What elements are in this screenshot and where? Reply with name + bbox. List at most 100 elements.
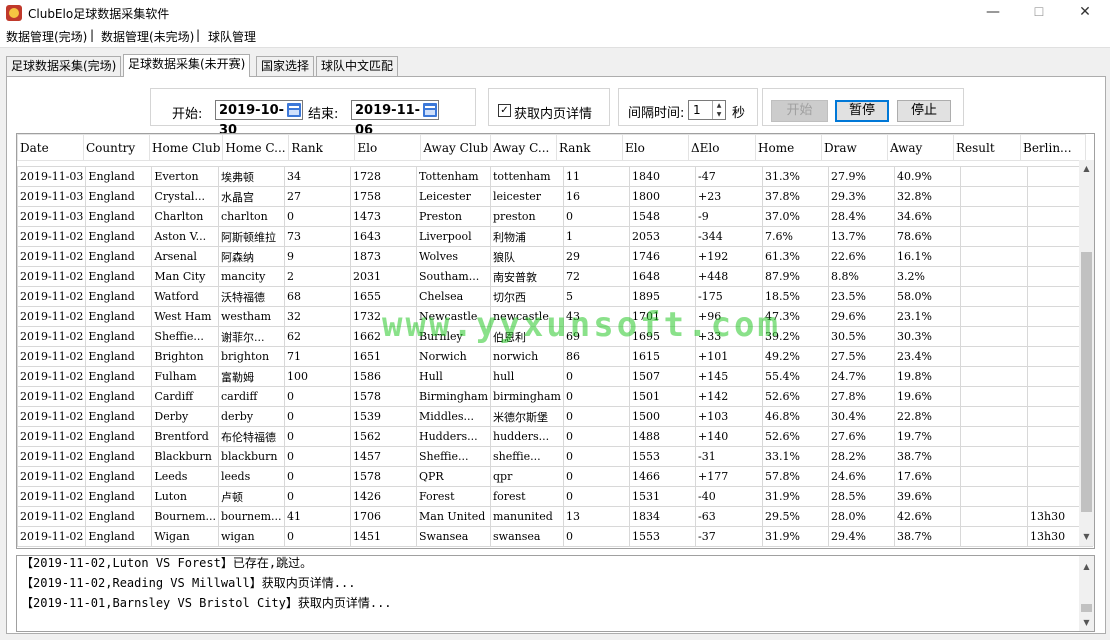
column-header[interactable]: Berlin...: [1020, 134, 1086, 161]
table-cell: Man City: [151, 266, 219, 287]
minimize-button[interactable]: —: [970, 0, 1016, 25]
menu-data-finished[interactable]: 数据管理(完场): [6, 28, 87, 45]
table-row[interactable]: 2019-11-02 England Watford 沃特福德 68 1655 Chelse…: [17, 286, 1093, 307]
column-header[interactable]: Away C...: [490, 134, 557, 161]
table-cell: 1746: [628, 246, 696, 267]
table-cell: 2019-11-02: [17, 366, 87, 387]
scroll-down-icon[interactable]: ▼: [1079, 618, 1094, 627]
table-row[interactable]: 2019-11-02 England Blackburn blackburn 0 1457…: [17, 446, 1093, 467]
detail-checkbox[interactable]: ✓: [498, 104, 511, 117]
close-button[interactable]: ✕: [1062, 0, 1108, 25]
table-cell: 28.2%: [827, 446, 895, 467]
table-cell: 17.6%: [893, 466, 961, 487]
table-cell: England: [85, 186, 153, 207]
table-cell: 1800: [628, 186, 696, 207]
scroll-thumb[interactable]: [1081, 252, 1092, 512]
table-row[interactable]: 2019-11-02 England Wigan wigan 0 1451 Swansea s…: [17, 526, 1093, 547]
table-cell: Hull: [415, 366, 492, 387]
table-cell: 30.4%: [827, 406, 895, 427]
column-header[interactable]: Draw: [821, 134, 888, 161]
table-cell: 2019-11-03: [17, 186, 87, 207]
maximize-button[interactable]: ☐: [1016, 0, 1062, 25]
table-cell: 19.7%: [893, 426, 961, 447]
stepper-arrows-icon[interactable]: ▲ ▼: [712, 101, 725, 119]
table-cell: [959, 386, 1028, 407]
table-cell: +142: [694, 386, 763, 407]
tab-team-cn-match[interactable]: 球队中文匹配: [316, 56, 399, 76]
interval-unit: 秒: [732, 106, 746, 121]
table-row[interactable]: 2019-11-02 England Derby derby 0 1539 Middles.…: [17, 406, 1093, 427]
table-cell: 1451: [350, 526, 417, 547]
scroll-down-icon[interactable]: ▼: [1079, 532, 1094, 541]
table-cell: preston: [490, 206, 564, 227]
table-cell: 23.1%: [893, 306, 961, 327]
column-header[interactable]: Away: [887, 134, 954, 161]
table-row[interactable]: 2019-11-02 England Aston V... 阿斯顿维拉 73 1643 Li…: [17, 226, 1093, 247]
column-header[interactable]: Rank: [556, 134, 623, 161]
start-date-picker[interactable]: 2019-10-30: [215, 100, 303, 138]
grid-vertical-scrollbar[interactable]: ▲ ▼: [1079, 160, 1094, 546]
title-bar: ClubElo足球数据采集软件 — ☐ ✕: [0, 0, 1110, 25]
table-cell: 2019-11-02: [17, 466, 87, 487]
table-row[interactable]: 2019-11-03 England Charlton charlton 0 1473 Pr…: [17, 206, 1093, 227]
table-row[interactable]: 2019-11-02 England Luton 卢顿 0 1426 Forest fores…: [17, 486, 1093, 507]
table-cell: Blackburn: [151, 446, 219, 467]
table-cell: [959, 226, 1028, 247]
table-cell: 42.6%: [893, 506, 961, 527]
table-row[interactable]: 2019-11-02 England Brentford 布伦特福德 0 1562 Hudd…: [17, 426, 1093, 447]
table-cell: 1873: [350, 246, 417, 267]
table-cell: Swansea: [415, 526, 492, 547]
end-date-picker[interactable]: 2019-11-06: [351, 100, 439, 138]
column-header[interactable]: Away Club: [420, 134, 491, 161]
table-cell: +177: [694, 466, 763, 487]
tab-country-select[interactable]: 国家选择: [256, 56, 315, 76]
column-header[interactable]: Country: [83, 134, 150, 161]
table-cell: 52.6%: [761, 426, 829, 447]
table-cell: derby: [218, 406, 285, 427]
calendar-icon[interactable]: [287, 103, 301, 117]
scroll-up-icon[interactable]: ▲: [1079, 164, 1094, 173]
column-header[interactable]: Elo: [354, 134, 422, 161]
start-button[interactable]: 开始: [771, 100, 828, 122]
log-vertical-scrollbar[interactable]: ▲ ▼: [1079, 556, 1094, 631]
table-cell: Tottenham: [415, 166, 492, 187]
table-cell: 27.9%: [827, 166, 895, 187]
table-row[interactable]: 2019-11-02 England Bournem... bournem... 41 1…: [17, 506, 1093, 527]
menu-data-unfinished[interactable]: 数据管理(未完场): [101, 28, 194, 45]
column-header[interactable]: Date: [17, 134, 84, 161]
table-cell: -344: [694, 226, 763, 247]
table-row[interactable]: 2019-11-02 England Leeds leeds 0 1578 QPR qpr 0 1…: [17, 466, 1093, 487]
table-cell: 13.7%: [827, 226, 895, 247]
interval-stepper[interactable]: 1 ▲ ▼: [688, 100, 726, 120]
column-header[interactable]: Result: [953, 134, 1021, 161]
tab-collect-finished[interactable]: 足球数据采集(完场): [6, 56, 122, 76]
column-header[interactable]: ΔElo: [688, 134, 756, 161]
scroll-up-icon[interactable]: ▲: [1079, 562, 1094, 571]
column-header[interactable]: Elo: [622, 134, 689, 161]
column-header[interactable]: Home C...: [222, 134, 290, 161]
table-cell: 1488: [628, 426, 696, 447]
column-header[interactable]: Home: [755, 134, 822, 161]
table-row[interactable]: 2019-11-02 England Arsenal 阿森纳 9 1873 Wolves 狼队…: [17, 246, 1093, 267]
table-cell: 南安普敦: [490, 266, 564, 287]
scroll-thumb[interactable]: [1081, 604, 1092, 612]
column-header[interactable]: Rank: [288, 134, 356, 161]
table-cell: 1578: [350, 466, 417, 487]
tab-collect-upcoming[interactable]: 足球数据采集(未开赛): [123, 54, 251, 77]
table-row[interactable]: 2019-11-02 England Man City mancity 2 2031 Sou…: [17, 266, 1093, 287]
pause-button[interactable]: 暂停: [835, 100, 889, 122]
table-cell: [959, 306, 1028, 327]
table-row[interactable]: 2019-11-02 England Brighton brighton 71 1651 N…: [17, 346, 1093, 367]
table-row[interactable]: 2019-11-02 England Fulham 富勒姆 100 1586 Hull hul…: [17, 366, 1093, 387]
table-row[interactable]: 2019-11-02 England Cardiff cardiff 0 1578 Birm…: [17, 386, 1093, 407]
table-row[interactable]: 2019-11-03 England Everton 埃弗顿 34 1728 Tottenh…: [17, 166, 1093, 187]
table-row[interactable]: 2019-11-03 England Crystal... 水晶宫 27 1758 Leic…: [17, 186, 1093, 207]
log-output[interactable]: 【2019-11-02,Luton VS Forest】已存在,跳过。 【201…: [16, 555, 1095, 632]
table-cell: manunited: [490, 506, 564, 527]
calendar-icon[interactable]: [423, 103, 437, 117]
menu-team-management[interactable]: 球队管理: [208, 28, 256, 45]
column-header[interactable]: Home Club: [148, 134, 224, 161]
stop-button[interactable]: 停止: [897, 100, 951, 122]
table-cell: England: [85, 426, 153, 447]
match-table-body: 2019-11-03 England Everton 埃弗顿 34 1728 Tottenh…: [17, 166, 1093, 547]
